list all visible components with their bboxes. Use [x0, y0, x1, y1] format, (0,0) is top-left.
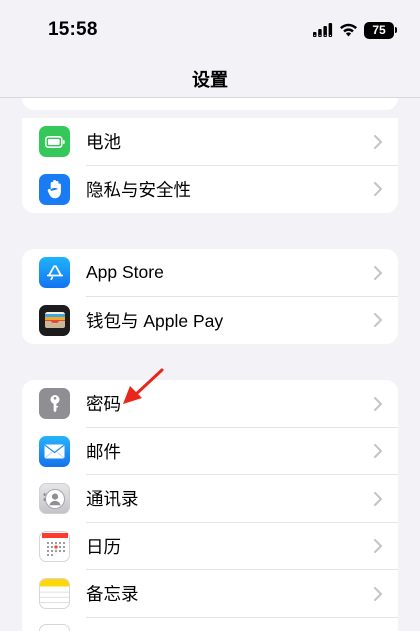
settings-row-label: 电池: [86, 132, 121, 153]
settings-group-2: App Store 钱包与 Apple Pay: [22, 249, 398, 344]
chevron-right-icon: [374, 265, 382, 280]
app-store-icon: [39, 257, 70, 289]
settings-row-contacts[interactable]: 通讯录: [22, 475, 398, 523]
settings-row-label: App Store: [86, 262, 164, 283]
settings-group-1: 电池 隐私与安全性: [22, 118, 398, 213]
settings-row-mail[interactable]: 邮件: [22, 428, 398, 475]
settings-row-wallet[interactable]: 钱包与 Apple Pay: [22, 297, 398, 345]
wallet-icon: [39, 304, 70, 336]
hand-icon: [39, 173, 70, 205]
status-icons: 75: [313, 20, 397, 40]
settings-row-label: 隐私与安全性: [86, 179, 191, 200]
nav-bar: 设置: [0, 60, 420, 98]
signal-icon: [313, 23, 333, 37]
chevron-right-icon: [374, 313, 382, 328]
chevron-right-icon: [374, 539, 382, 554]
settings-row-calendar[interactable]: 日历: [22, 523, 398, 570]
mail-icon: [39, 435, 70, 467]
wifi-icon: [340, 23, 357, 37]
settings-row-notes[interactable]: 备忘录: [22, 570, 398, 618]
settings-row-label: 钱包与 Apple Pay: [86, 310, 224, 331]
chevron-right-icon: [374, 491, 382, 506]
status-bar: 15:58 75: [0, 0, 420, 60]
chevron-right-icon: [374, 444, 382, 459]
app-icon: [39, 623, 70, 631]
notes-icon: [39, 578, 70, 610]
key-icon: [39, 388, 70, 420]
page-title: 设置: [192, 70, 228, 90]
chevron-right-icon: [374, 134, 382, 149]
contacts-icon: [39, 483, 70, 515]
settings-row-next[interactable]: [22, 618, 398, 631]
settings-row-label: 备忘录: [86, 584, 139, 605]
chevron-right-icon: [374, 182, 382, 197]
battery-icon: [39, 126, 70, 158]
settings-group-3: 密码 邮件 通讯录 日历 备忘录: [22, 380, 398, 631]
chevron-right-icon: [374, 396, 382, 411]
settings-row-passwords[interactable]: 密码: [22, 380, 398, 428]
settings-row-app-store[interactable]: App Store: [22, 249, 398, 297]
annotation-arrow: [123, 368, 164, 404]
chevron-right-icon: [374, 586, 382, 601]
settings-row-privacy[interactable]: 隐私与安全性: [22, 166, 398, 214]
settings-row-label: 邮件: [86, 441, 121, 462]
settings-row-label: 日历: [86, 536, 121, 557]
calendar-icon: [39, 530, 70, 562]
status-time: 15:58: [48, 19, 98, 40]
settings-row-battery[interactable]: 电池: [22, 118, 398, 166]
settings-row-label: 通讯录: [86, 489, 139, 510]
battery-indicator: 75: [364, 21, 397, 39]
settings-row-label: 密码: [86, 394, 121, 415]
